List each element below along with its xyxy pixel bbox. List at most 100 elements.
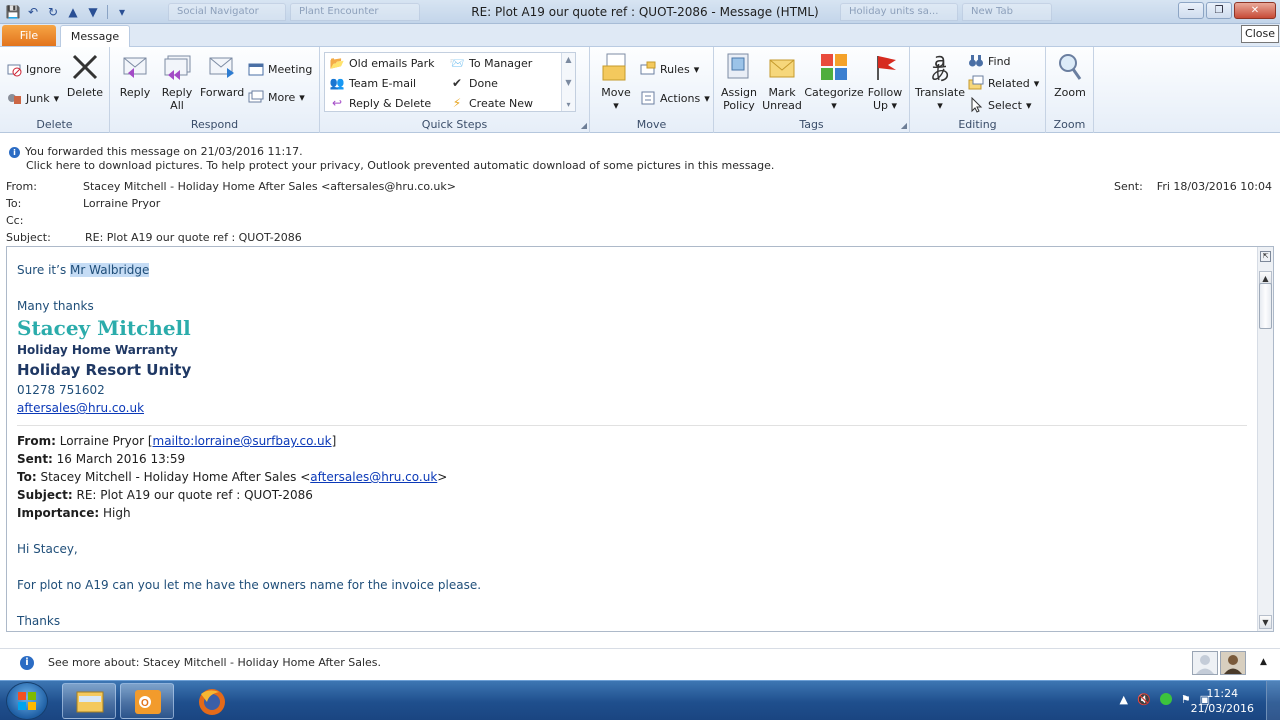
dialog-launcher-icon[interactable]: ◢ [901, 121, 907, 130]
reply-button[interactable]: Reply [116, 51, 154, 99]
clock-time: 11:24 [1206, 687, 1239, 700]
scroll-down-icon[interactable]: ▼ [565, 78, 571, 87]
quick-step-team-email[interactable]: 👥 Team E-mail [329, 73, 417, 93]
more-button[interactable]: More ▾ [248, 87, 305, 107]
start-button[interactable] [6, 682, 48, 720]
quoted-subject-value: RE: Plot A19 our quote ref : QUOT-2086 [72, 488, 313, 502]
select-button[interactable]: Select ▾ [968, 95, 1031, 115]
translate-button[interactable]: aあ Translate ▾ [914, 50, 966, 112]
maximize-button[interactable]: ❐ [1206, 2, 1232, 19]
quoted-from: From: Lorraine Pryor [mailto:lorraine@su… [17, 432, 1247, 450]
tab-message[interactable]: Message [60, 25, 130, 48]
volume-muted-icon[interactable]: 🔇 [1137, 693, 1151, 708]
close-window-button[interactable]: ✕ [1234, 2, 1276, 19]
actions-button[interactable]: Actions ▾ [640, 88, 710, 108]
delete-label: Delete [66, 86, 104, 99]
expand-gallery-icon[interactable]: ▾ [566, 100, 570, 109]
ignore-button[interactable]: Ignore [6, 59, 61, 79]
show-desktop-button[interactable] [1266, 681, 1280, 720]
assign-policy-button[interactable]: Assign Policy [718, 51, 760, 112]
categorize-button[interactable]: Categorize ▾ [804, 51, 864, 112]
message-body[interactable]: Sure it’s Mr Walbridge Many thanks Stace… [17, 261, 1247, 630]
save-icon[interactable]: 💾 [4, 3, 22, 21]
clock[interactable]: 11:24 21/03/2016 [1191, 686, 1254, 716]
reply-text: Sure it’s [17, 263, 71, 277]
from-value[interactable]: Stacey Mitchell - Holiday Home After Sal… [83, 180, 456, 193]
folder-move-icon: 📂 [329, 56, 345, 70]
quoted-subject: Subject: RE: Plot A19 our quote ref : QU… [17, 486, 1247, 504]
related-button[interactable]: Related ▾ [968, 73, 1039, 93]
bg-tab: Social Navigator [168, 3, 286, 21]
scroll-thumb[interactable] [1259, 283, 1272, 329]
signature-email-link[interactable]: aftersales@hru.co.uk [17, 401, 144, 415]
show-hidden-icons-icon[interactable]: ▲ [1120, 693, 1128, 708]
reply-all-button[interactable]: Reply All [158, 51, 196, 112]
undo-icon[interactable]: ↶ [24, 3, 42, 21]
resize-icon[interactable]: ⇱ [1260, 251, 1271, 262]
editing-group: aあ Translate ▾ Find Related ▾ Select ▾ E… [910, 47, 1046, 133]
quick-step-create-new[interactable]: ⚡ Create New [449, 93, 533, 113]
contact-avatar[interactable] [1192, 651, 1218, 675]
info-bar[interactable]: i You forwarded this message on 21/03/201… [9, 145, 774, 173]
svg-text:O: O [141, 698, 149, 709]
quoted-from-name: Lorraine Pryor [ [55, 434, 153, 448]
rules-button[interactable]: Rules ▾ [640, 59, 699, 79]
mark-unread-button[interactable]: Mark Unread [762, 51, 802, 112]
follow-up-button[interactable]: Follow Up ▾ [866, 51, 904, 112]
scroll-down-button[interactable]: ▼ [1259, 615, 1272, 629]
selected-text[interactable]: Mr Walbridge [70, 263, 150, 277]
dialog-launcher-icon[interactable]: ◢ [581, 121, 587, 130]
move-button[interactable]: Move ▾ [596, 51, 636, 112]
junk-button[interactable]: Junk ▾ [6, 88, 59, 108]
download-pictures-notice[interactable]: Click here to download pictures. To help… [9, 159, 774, 173]
quoted-greeting: Hi Stacey, [17, 542, 78, 556]
minimize-button[interactable]: ─ [1178, 2, 1204, 19]
customize-qat-icon[interactable]: ▾ [113, 3, 131, 21]
find-label: Find [988, 54, 1011, 68]
taskbar-explorer[interactable] [62, 683, 116, 719]
status-green-icon[interactable] [1159, 693, 1172, 708]
find-button[interactable]: Find [968, 51, 1011, 71]
delete-button[interactable]: Delete [66, 51, 104, 99]
see-more-about[interactable]: See more about: Stacey Mitchell - Holida… [48, 656, 381, 669]
quick-step-done[interactable]: ✔ Done [449, 73, 498, 93]
tab-file[interactable]: File [2, 25, 56, 46]
collapse-people-pane-icon[interactable]: ▲ [1260, 657, 1267, 667]
quick-step-label: Create New [469, 96, 534, 110]
to-value[interactable]: Lorraine Pryor [83, 197, 160, 210]
quoted-to-link[interactable]: aftersales@hru.co.uk [310, 470, 437, 484]
forward-button[interactable]: Forward [200, 51, 244, 99]
action-center-flag-icon[interactable]: ⚑ [1181, 693, 1191, 708]
quoted-from-link[interactable]: mailto:lorraine@surfbay.co.uk [153, 434, 332, 448]
signature-title: Holiday Home Warranty [17, 343, 178, 357]
more-icon [248, 89, 264, 105]
previous-item-icon[interactable]: ▲ [64, 3, 82, 21]
quick-step-reply-delete[interactable]: ↩ Reply & Delete [329, 93, 431, 113]
assign-policy-label-1: Assign [721, 86, 757, 99]
chevron-down-icon: ▾ [613, 99, 619, 112]
clock-date: 21/03/2016 [1190, 702, 1254, 715]
redo-icon[interactable]: ↻ [44, 3, 62, 21]
message-body-frame[interactable]: Sure it’s Mr Walbridge Many thanks Stace… [6, 246, 1274, 632]
quoted-request: For plot no A19 can you let me have the … [17, 578, 482, 592]
vertical-scrollbar[interactable]: ⇱ ▲ ▼ [1257, 247, 1273, 631]
taskbar-outlook[interactable]: O [120, 683, 174, 719]
zoom-group: Zoom Zoom [1046, 47, 1094, 133]
quick-step-old-emails-park[interactable]: 📂 Old emails Park [329, 53, 435, 73]
quoted-from-end: ] [331, 434, 337, 448]
scroll-up-icon[interactable]: ▲ [565, 55, 571, 64]
quick-steps-scrollbar[interactable]: ▲ ▼ ▾ [561, 53, 575, 111]
reply-delete-icon: ↩ [331, 96, 343, 110]
next-item-icon[interactable]: ▼ [84, 3, 102, 21]
quick-step-to-manager[interactable]: 📨 To Manager [449, 53, 533, 73]
select-label: Select [988, 98, 1022, 112]
move-group-label: Move [636, 118, 667, 131]
user-photo[interactable] [1220, 651, 1246, 675]
assign-policy-label-2: Policy [723, 99, 755, 112]
zoom-button[interactable]: Zoom [1050, 51, 1090, 99]
taskbar-firefox[interactable] [184, 683, 238, 719]
categorize-icon [818, 51, 850, 83]
meeting-button[interactable]: Meeting [248, 59, 312, 79]
